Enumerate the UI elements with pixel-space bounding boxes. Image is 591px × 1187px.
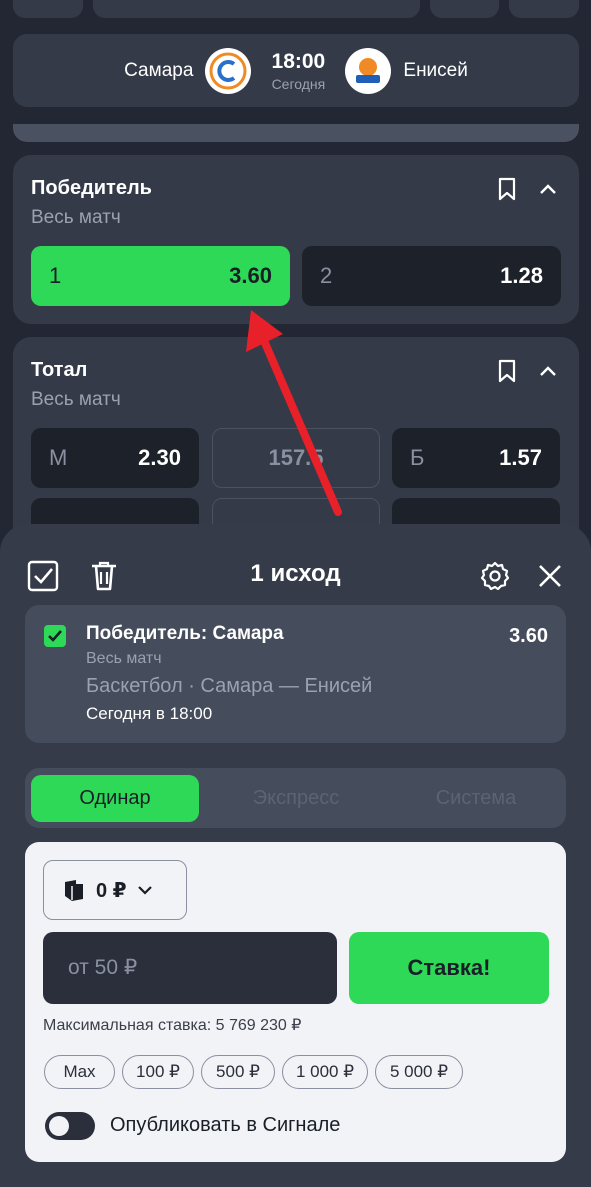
tab-system[interactable]: Система (392, 775, 560, 822)
bet-period: Весь матч (86, 650, 162, 667)
wallet-icon (65, 880, 83, 901)
odd-label: Б (410, 445, 425, 470)
match-day: Сегодня (271, 75, 326, 92)
odd-value: 2.30 (138, 445, 181, 470)
filter-chip[interactable] (430, 0, 499, 18)
odd-label: 2 (320, 263, 333, 288)
chevron-up-icon[interactable] (533, 174, 563, 204)
total-line-value: 157.5 (268, 445, 324, 470)
odd-button-under[interactable]: М 2.30 (31, 428, 199, 488)
bet-event: Баскетбол · Самара — Енисей (86, 675, 373, 697)
filter-chip[interactable] (93, 0, 420, 18)
market-title: Тотал (31, 359, 88, 381)
filter-chip[interactable] (509, 0, 579, 18)
odd-label: М (49, 445, 68, 470)
quick-amount-max[interactable]: Max (44, 1055, 115, 1089)
odd-value: 1.57 (499, 445, 542, 470)
quick-amount-5000[interactable]: 5 000 ₽ (375, 1055, 463, 1089)
bet-odd: 3.60 (509, 625, 548, 647)
quick-amount-500[interactable]: 500 ₽ (201, 1055, 275, 1089)
chevron-down-icon (137, 886, 152, 895)
chevron-up-icon[interactable] (533, 356, 563, 386)
bet-title: Победитель: Самара (86, 623, 284, 644)
bookmark-icon[interactable] (492, 356, 522, 386)
odd-value: 1.28 (500, 263, 543, 288)
total-line[interactable]: 157.5 (212, 428, 380, 488)
away-team-logo (345, 47, 392, 94)
max-stake-label: Максимальная ставка: 5 769 230 ₽ (43, 1017, 302, 1034)
collapsed-panel-edge (13, 124, 579, 142)
quick-amount-1000[interactable]: 1 000 ₽ (282, 1055, 368, 1089)
quick-amount-100[interactable]: 100 ₽ (122, 1055, 194, 1089)
place-bet-button[interactable]: Ставка! (349, 932, 549, 1004)
odd-value: 3.60 (229, 263, 272, 288)
home-team-name: Самара (124, 59, 194, 81)
bet-time: Сегодня в 18:00 (86, 704, 213, 723)
tab-single[interactable]: Одинар (31, 775, 199, 822)
publish-label: Опубликовать в Сигнале (110, 1114, 341, 1136)
gear-icon[interactable] (476, 557, 514, 595)
odd-label: 1 (49, 263, 62, 288)
odd-button-over[interactable]: Б 1.57 (392, 428, 560, 488)
match-time-value: 18:00 (271, 49, 326, 73)
wallet-balance: 0 ₽ (96, 879, 127, 902)
tab-express[interactable]: Экспресс (212, 775, 380, 822)
market-title: Победитель (31, 177, 152, 199)
wallet-selector[interactable]: 0 ₽ (43, 860, 187, 920)
filter-chip[interactable] (13, 0, 83, 18)
bet-checkbox[interactable] (44, 625, 66, 647)
publish-toggle[interactable] (45, 1112, 95, 1140)
market-subtitle: Весь матч (31, 389, 121, 410)
toggle-knob (49, 1116, 69, 1136)
market-subtitle: Весь матч (31, 207, 121, 228)
away-team-name: Енисей (403, 59, 468, 81)
odd-button-away[interactable]: 2 1.28 (302, 246, 561, 306)
bookmark-icon[interactable] (492, 174, 522, 204)
match-header[interactable]: Самара 18:00 Сегодня Енисей (13, 34, 579, 107)
match-time: 18:00 Сегодня (263, 50, 333, 92)
stake-amount-input[interactable] (43, 932, 337, 1004)
close-icon[interactable] (532, 558, 568, 594)
odd-button-home[interactable]: 1 3.60 (31, 246, 290, 306)
home-team-logo (205, 47, 252, 94)
